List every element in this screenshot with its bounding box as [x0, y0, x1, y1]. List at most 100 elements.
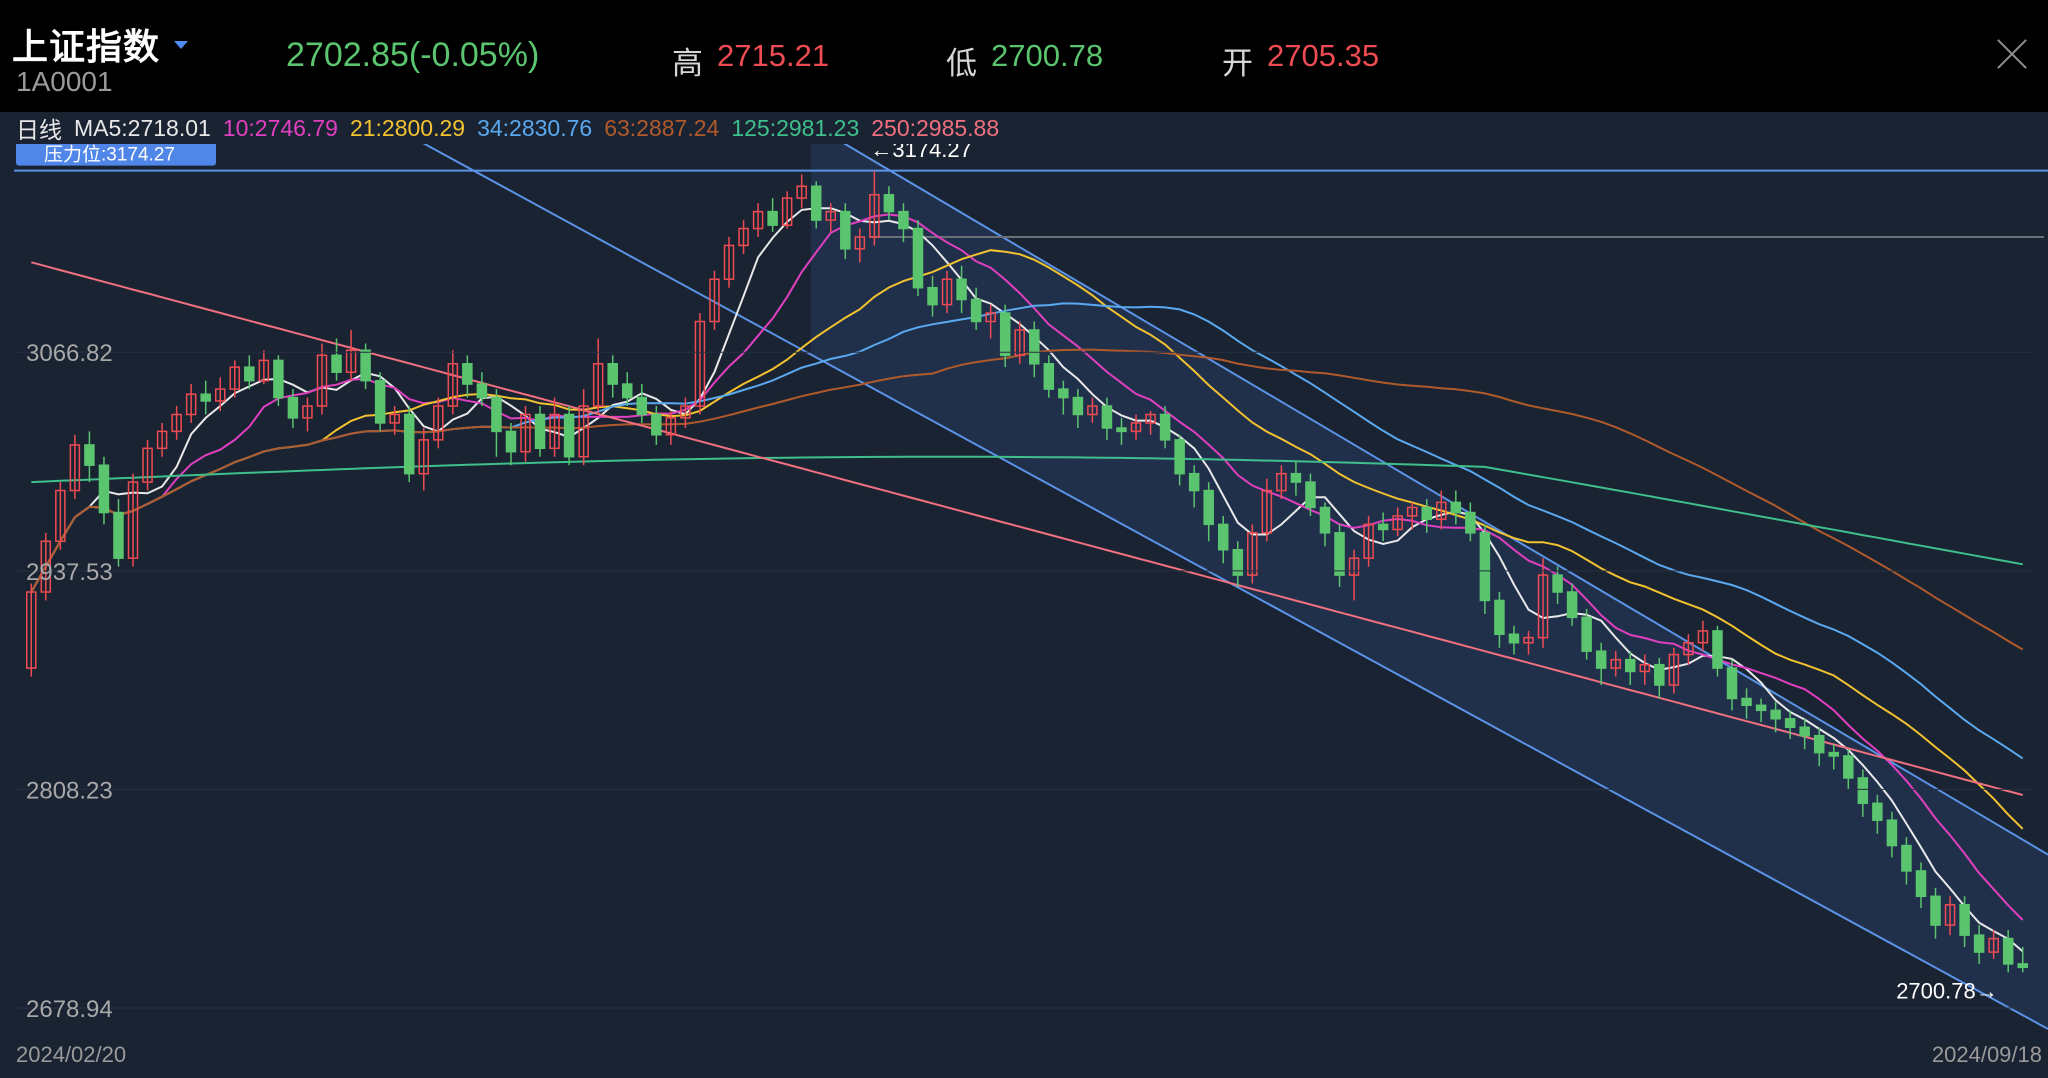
close-icon[interactable]: [1994, 36, 2030, 72]
candle[interactable]: [1334, 532, 1345, 576]
candle[interactable]: [810, 185, 822, 221]
candle[interactable]: [1755, 704, 1767, 712]
candle[interactable]: [1901, 844, 1912, 872]
candle[interactable]: [1508, 633, 1520, 644]
kline-chart[interactable]: 3066.82 2937.53 2808.23 2678.94 压力位:3174.27…: [0, 122, 2048, 1046]
candle[interactable]: [491, 396, 502, 433]
candle[interactable]: [534, 413, 546, 450]
moving-average-legend[interactable]: 日线 MA5:2718.01 10:2746.79 21:2800.29 34:…: [0, 112, 2048, 144]
candle[interactable]: [912, 227, 924, 289]
resistance-tag-label: 压力位:3174.27: [44, 144, 175, 166]
candle[interactable]: [1595, 650, 1607, 669]
candle[interactable]: [1915, 870, 1927, 898]
candle[interactable]: [563, 413, 575, 458]
candle[interactable]: [1930, 895, 1941, 926]
candle[interactable]: [1116, 427, 1127, 433]
candle[interactable]: [1770, 709, 1781, 720]
candle[interactable]: [1174, 439, 1185, 475]
candle[interactable]: [1290, 472, 1302, 483]
candle[interactable]: [1726, 667, 1738, 700]
candle[interactable]: [1886, 819, 1898, 847]
low-label: 低: [946, 46, 977, 81]
symbol-selector[interactable]: 上证指数: [12, 18, 189, 70]
candle[interactable]: [621, 383, 633, 399]
candle[interactable]: [2002, 937, 2014, 965]
candle[interactable]: [1784, 718, 1796, 728]
candle[interactable]: [331, 354, 342, 373]
candle[interactable]: [1654, 663, 1665, 686]
candle[interactable]: [1566, 591, 1578, 619]
x-axis: 2024/02/20 2024/09/18: [0, 1040, 2048, 1078]
candle[interactable]: [1465, 511, 1476, 534]
candle[interactable]: [956, 278, 967, 301]
low-stat: 低 2700.78: [946, 38, 1103, 83]
candle[interactable]: [1043, 363, 1055, 390]
candle[interactable]: [1552, 574, 1563, 593]
candle[interactable]: [1421, 506, 1433, 521]
candle[interactable]: [1799, 726, 1810, 737]
candle[interactable]: [1029, 329, 1040, 365]
candle[interactable]: [84, 444, 95, 466]
candle[interactable]: [1319, 506, 1331, 534]
candle[interactable]: [244, 366, 255, 382]
ma-legend-item: 21:2800.29: [349, 114, 466, 141]
candle[interactable]: [113, 511, 124, 559]
candle[interactable]: [1872, 802, 1883, 821]
candle[interactable]: [1828, 751, 1840, 757]
high-marker: ←3174.27: [870, 144, 972, 162]
candle[interactable]: [462, 363, 473, 385]
dropdown-caret-icon[interactable]: [174, 41, 189, 49]
candle[interactable]: [651, 413, 662, 436]
candle[interactable]: [970, 298, 982, 323]
candle[interactable]: [2017, 963, 2028, 969]
candle[interactable]: [1072, 396, 1084, 416]
candle[interactable]: [883, 193, 895, 213]
high-value: 2715.21: [717, 38, 830, 73]
candle[interactable]: [898, 210, 909, 230]
candle[interactable]: [840, 210, 851, 250]
candle[interactable]: [1624, 658, 1636, 673]
candle[interactable]: [98, 464, 110, 514]
candle[interactable]: [403, 413, 415, 475]
candle[interactable]: [1450, 501, 1462, 514]
kline-chart-area[interactable]: 3066.82 2937.53 2808.23 2678.94 压力位:3174.27…: [0, 122, 2048, 1046]
period-label[interactable]: 日线: [16, 111, 62, 145]
candle[interactable]: [1712, 630, 1723, 669]
candle[interactable]: [374, 379, 386, 424]
candle[interactable]: [1813, 734, 1825, 754]
candle[interactable]: [636, 396, 648, 416]
candle[interactable]: [1741, 697, 1752, 707]
candle[interactable]: [1479, 532, 1491, 602]
candle[interactable]: [1581, 616, 1592, 652]
candle[interactable]: [200, 393, 211, 402]
candle[interactable]: [505, 430, 517, 453]
candle[interactable]: [287, 396, 299, 419]
candle[interactable]: [999, 312, 1011, 357]
low-marker: 2700.78→: [1896, 978, 1998, 1003]
candle[interactable]: [273, 359, 284, 399]
ma-legend-item: 250:2985.88: [871, 114, 1000, 141]
candle[interactable]: [1217, 523, 1229, 551]
candle[interactable]: [1377, 523, 1389, 531]
candle[interactable]: [767, 210, 778, 226]
candle[interactable]: [476, 383, 488, 399]
candle[interactable]: [1305, 481, 1316, 509]
candle[interactable]: [1159, 413, 1171, 441]
candle[interactable]: [1857, 777, 1869, 805]
ma-legend-item: 125:2981.23: [731, 114, 860, 141]
candle[interactable]: [1494, 599, 1505, 636]
candle[interactable]: [1101, 405, 1113, 429]
candle[interactable]: [1203, 489, 1214, 526]
candle[interactable]: [1973, 934, 1985, 953]
candle[interactable]: [927, 286, 938, 306]
candle[interactable]: [360, 349, 371, 382]
x-label-start: 2024/02/20: [16, 1042, 127, 1067]
candle[interactable]: [1959, 904, 1970, 936]
candle[interactable]: [1058, 388, 1069, 399]
open-stat: 开 2705.35: [1222, 38, 1379, 83]
candle[interactable]: [1188, 472, 1200, 492]
last-price: 2702.85(-0.05%): [286, 36, 540, 74]
candle[interactable]: [607, 363, 618, 385]
candle[interactable]: [1843, 755, 1854, 779]
channel-lower-line[interactable]: [408, 134, 2048, 1030]
